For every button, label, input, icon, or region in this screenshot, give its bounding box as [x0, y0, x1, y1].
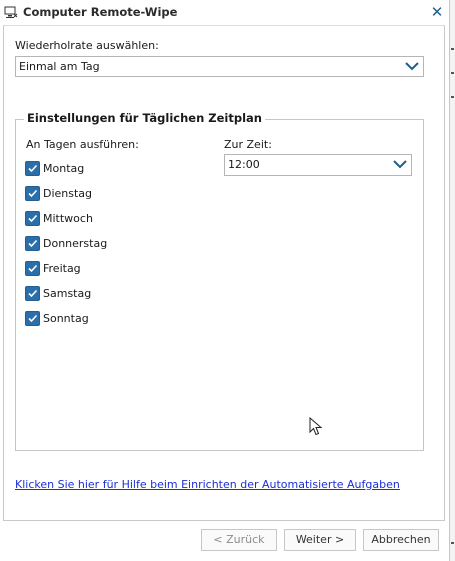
close-icon: ✕ — [430, 3, 444, 21]
time-select[interactable]: 12:00 — [224, 154, 412, 176]
chevron-down-icon[interactable] — [392, 157, 408, 171]
checkmark-icon[interactable] — [25, 311, 40, 326]
close-button[interactable]: ✕ — [428, 2, 446, 22]
edge-mark — [451, 72, 454, 74]
checkmark-icon[interactable] — [25, 236, 40, 251]
day-label: Montag — [43, 162, 85, 175]
checkmark-icon[interactable] — [25, 161, 40, 176]
help-link[interactable]: Klicken Sie hier für Hilfe beim Einricht… — [15, 478, 400, 491]
cancel-button[interactable]: Abbrechen — [363, 529, 439, 551]
day-label: Mittwoch — [43, 212, 93, 225]
computer-wipe-icon — [4, 6, 18, 19]
run-on-days-label: An Tagen ausführen: — [26, 138, 139, 151]
next-button[interactable]: Weiter > — [284, 529, 356, 551]
repeat-rate-label: Wiederholrate auswählen: — [15, 39, 159, 52]
repeat-rate-value: Einmal am Tag — [19, 60, 100, 73]
checkmark-icon[interactable] — [25, 186, 40, 201]
edge-mark — [451, 96, 454, 98]
at-time-label: Zur Zeit: — [224, 138, 272, 151]
day-label: Dienstag — [43, 187, 93, 200]
window-title: Computer Remote-Wipe — [23, 5, 178, 19]
checkmark-icon[interactable] — [25, 261, 40, 276]
checkmark-icon[interactable] — [25, 286, 40, 301]
title-bar: Computer Remote-Wipe ✕ — [0, 0, 449, 26]
day-label: Donnerstag — [43, 237, 108, 250]
mouse-pointer-icon — [309, 416, 323, 437]
day-label: Samstag — [43, 287, 92, 300]
chevron-down-icon[interactable] — [404, 59, 420, 73]
edge-mark — [451, 48, 454, 50]
time-value: 12:00 — [228, 158, 260, 171]
day-label: Freitag — [43, 262, 81, 275]
background-window-edge — [450, 0, 455, 561]
checkmark-icon[interactable] — [25, 211, 40, 226]
back-button[interactable]: < Zurück — [201, 529, 277, 551]
daily-schedule-title: Einstellungen für Täglichen Zeitplan — [24, 111, 265, 125]
day-label: Sonntag — [43, 312, 89, 325]
remote-wipe-dialog: Computer Remote-Wipe ✕ Wiederholrate aus… — [0, 0, 450, 561]
repeat-rate-select[interactable]: Einmal am Tag — [15, 56, 424, 77]
edge-mark — [451, 542, 454, 544]
